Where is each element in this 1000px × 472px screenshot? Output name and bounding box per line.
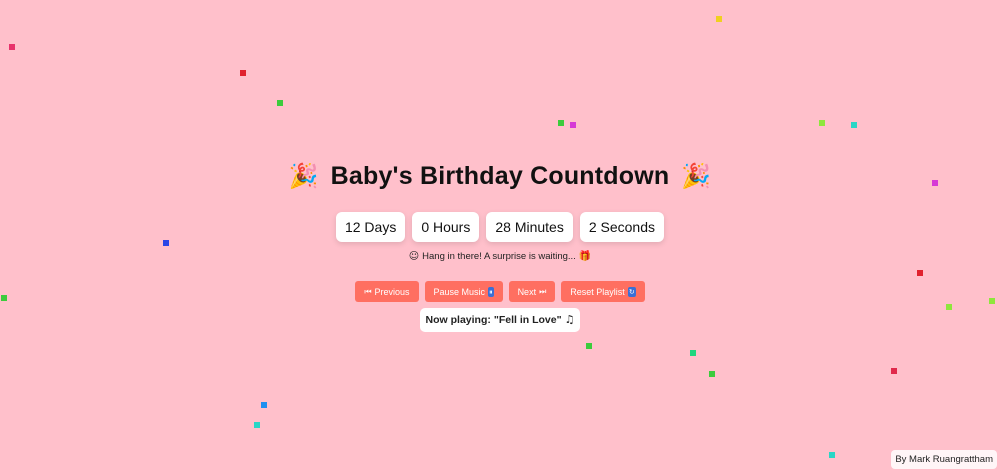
music-note-icon: ♫ — [564, 313, 575, 326]
party-popper-icon: 🎉 — [681, 162, 712, 190]
party-popper-icon: 🎉 — [288, 162, 319, 190]
now-playing-song: "Fell in Love" — [493, 314, 562, 326]
now-playing-indicator: Now playing: "Fell in Love" ♫ — [419, 308, 581, 332]
refresh-icon: ↻ — [627, 286, 636, 297]
countdown-timer: 12 Days 0 Hours 28 Minutes 2 Seconds — [335, 212, 665, 242]
confetti-piece — [819, 120, 825, 126]
countdown-days: 12 Days — [335, 212, 406, 242]
next-button-label: Next — [517, 286, 537, 297]
page-title: 🎉 Baby's Birthday Countdown 🎉 — [289, 158, 712, 194]
countdown-hours: 0 Hours — [412, 212, 480, 242]
next-button[interactable]: Next ⏭ — [508, 281, 556, 302]
author-credit: By Mark Ruangrattham — [891, 450, 997, 469]
status-message-text: Hang in there! A surprise is waiting... — [422, 251, 576, 262]
confetti-piece — [254, 422, 260, 428]
pause-music-button-label: Pause Music — [433, 286, 486, 297]
music-controls: ⏮ Previous Pause Music ⏸ Next ⏭ Reset Pl… — [355, 281, 645, 302]
countdown-minutes: 28 Minutes — [486, 212, 573, 242]
status-message: ☺ Hang in there! A surprise is waiting..… — [409, 250, 592, 264]
reset-playlist-button-label: Reset Playlist — [570, 286, 625, 297]
confetti-piece — [558, 120, 564, 126]
confetti-piece — [586, 343, 592, 349]
confetti-piece — [277, 100, 283, 106]
pause-music-button[interactable]: Pause Music ⏸ — [424, 281, 503, 302]
previous-button-label: Previous — [374, 286, 410, 297]
confetti-piece — [240, 70, 246, 76]
confetti-piece — [9, 44, 15, 50]
previous-button[interactable]: ⏮ Previous — [355, 281, 419, 302]
skip-forward-icon: ⏭ — [539, 286, 547, 296]
confetti-piece — [709, 371, 715, 377]
confetti-piece — [891, 368, 897, 374]
skip-back-icon: ⏮ — [364, 286, 372, 296]
confetti-piece — [851, 122, 857, 128]
page-title-text: Baby's Birthday Countdown — [330, 162, 670, 190]
main-content: 🎉 Baby's Birthday Countdown 🎉 12 Days 0 … — [0, 158, 1000, 332]
reset-playlist-button[interactable]: Reset Playlist ↻ — [561, 281, 645, 302]
countdown-seconds: 2 Seconds — [579, 212, 665, 242]
confetti-piece — [261, 402, 267, 408]
pause-icon: ⏸ — [488, 286, 494, 297]
confetti-piece — [829, 452, 835, 458]
confetti-piece — [716, 16, 722, 22]
confetti-piece — [570, 122, 576, 128]
confetti-piece — [690, 350, 696, 356]
smiling-face-icon: ☺ — [408, 251, 420, 262]
gift-icon: 🎁 — [578, 251, 592, 262]
now-playing-prefix: Now playing: — [425, 314, 491, 326]
